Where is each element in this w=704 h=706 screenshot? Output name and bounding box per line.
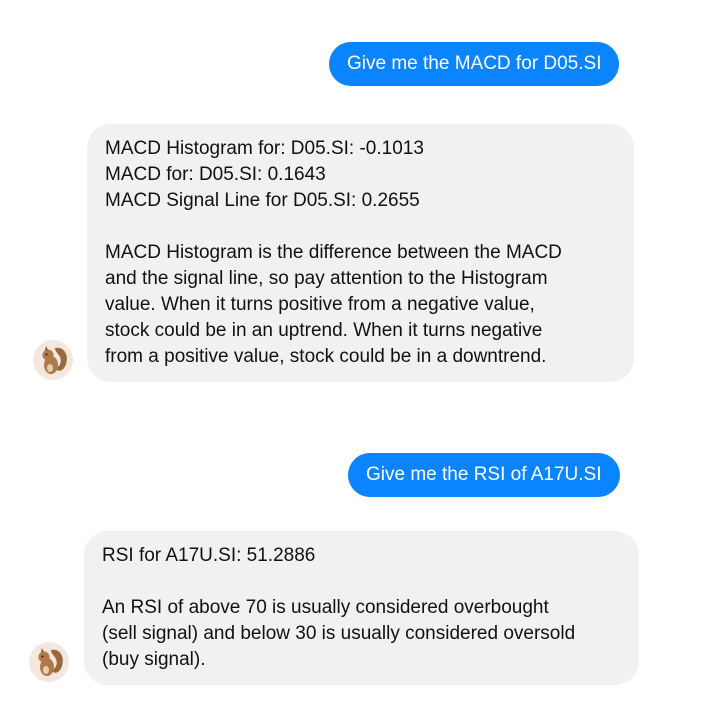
bot-message-line: stock could be in an uptrend. When it tu… <box>105 320 543 341</box>
bot-message-line: and the signal line, so pay attention to… <box>105 268 548 289</box>
squirrel-avatar-icon <box>42 346 67 374</box>
bot-message-line: MACD Histogram is the difference between… <box>105 242 562 263</box>
bot-message-line: An RSI of above 70 is usually considered… <box>102 597 549 618</box>
user-message-text: Give me the MACD for D05.SI <box>347 53 602 74</box>
user-message-text: Give me the RSI of A17U.SI <box>366 464 602 485</box>
bot-message-line: (sell signal) and below 30 is usually co… <box>102 623 576 644</box>
bot-message-bubble: RSI for A17U.SI: 51.2886 An RSI of above… <box>84 531 639 685</box>
user-message-bubble: Give me the MACD for D05.SI <box>329 42 620 86</box>
bot-message-line: from a positive value, stock could be in… <box>105 346 547 367</box>
bot-message-line: (buy signal). <box>102 649 206 670</box>
bot-avatar <box>33 340 73 380</box>
bot-avatar <box>29 642 69 682</box>
bot-message-line: RSI for A17U.SI: 51.2886 <box>102 545 316 566</box>
bot-message-bubble: MACD Histogram for: D05.SI: -0.1013 MACD… <box>87 124 634 382</box>
bot-message-line: MACD for: D05.SI: 0.1643 <box>105 164 326 185</box>
bot-message-line: value. When it turns positive from a neg… <box>105 294 535 315</box>
bot-message-line: MACD Histogram for: D05.SI: -0.1013 <box>105 138 424 159</box>
user-message-bubble: Give me the RSI of A17U.SI <box>348 453 620 497</box>
bot-message-line: MACD Signal Line for D05.SI: 0.2655 <box>105 190 420 211</box>
squirrel-avatar-icon <box>38 648 63 676</box>
chat-thread: Give me the MACD for D05.SI MACD Histogr… <box>0 0 704 706</box>
